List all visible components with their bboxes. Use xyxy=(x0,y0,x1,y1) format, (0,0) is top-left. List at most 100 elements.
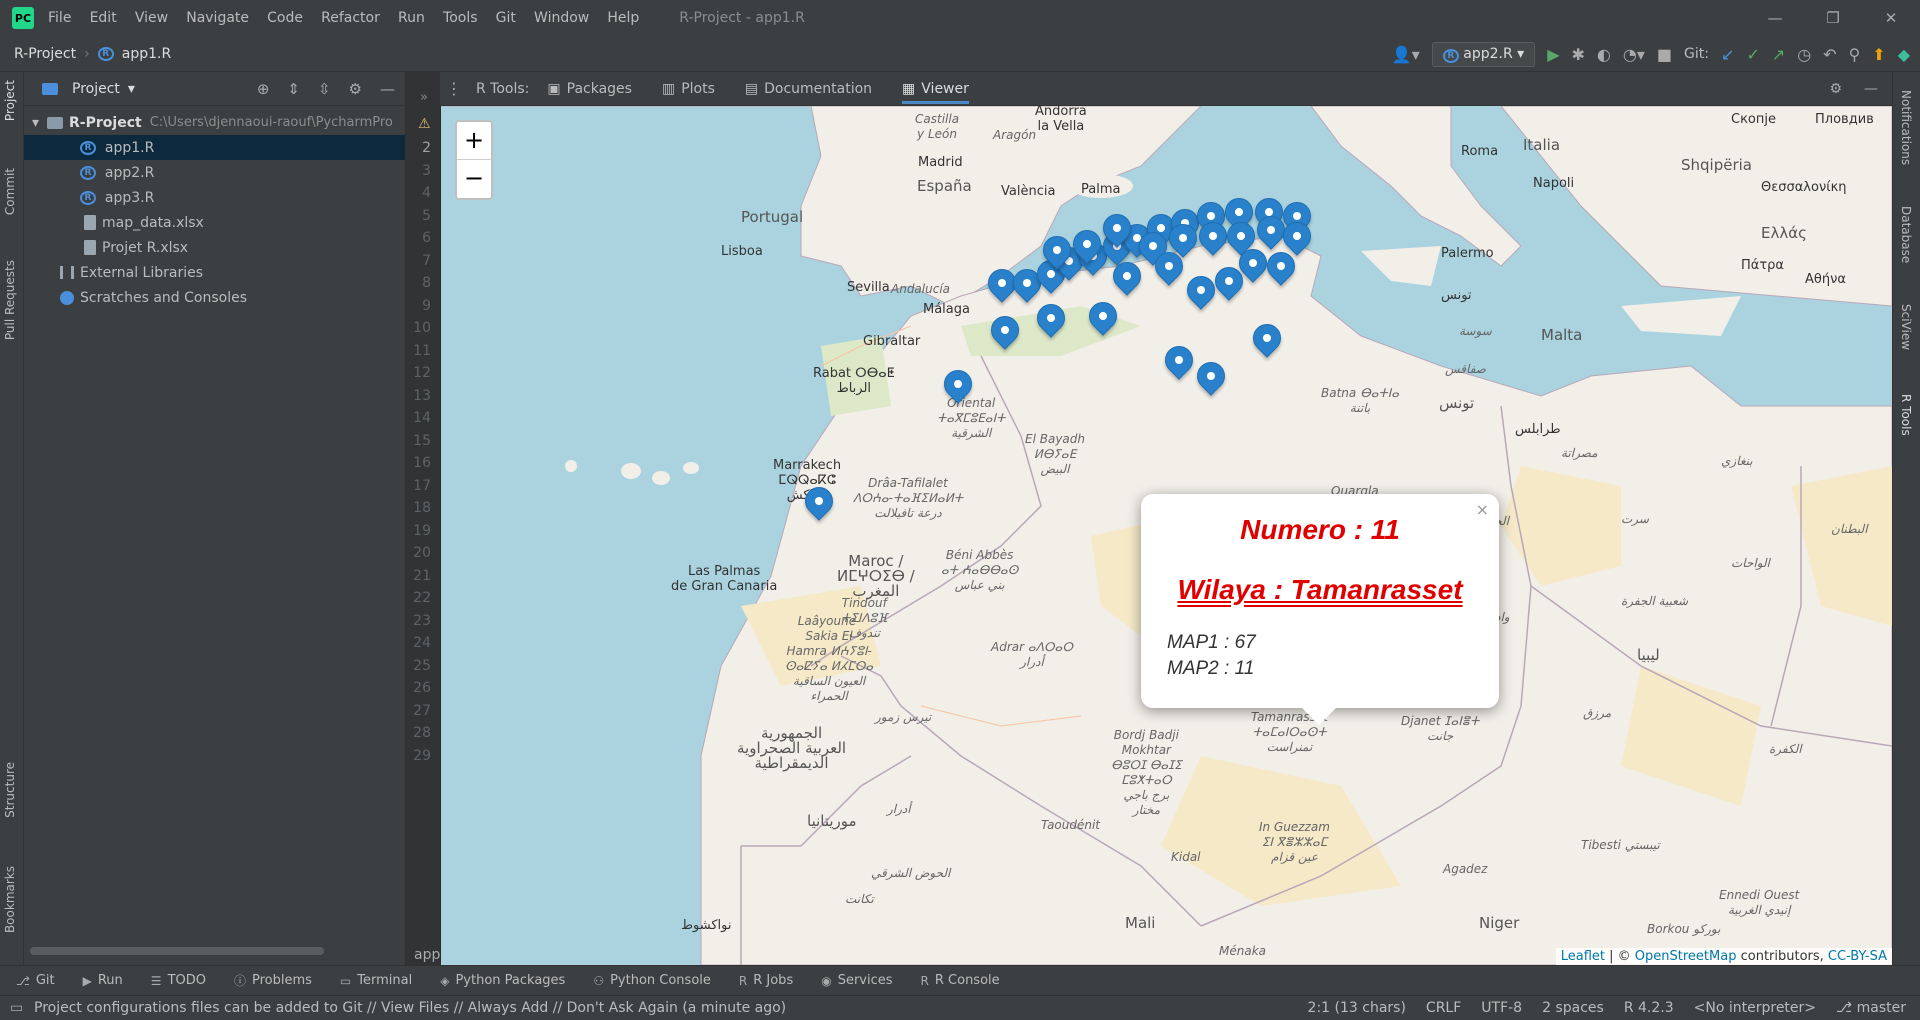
locate-icon[interactable]: ⊕ xyxy=(257,80,270,98)
tree-file-map-data[interactable]: map_data.xlsx xyxy=(24,210,405,235)
leaflet-map[interactable]: + − Andorra la Vella Castilla y León Ara… xyxy=(441,106,1892,965)
tool-tab-python-console[interactable]: ⚇ Python Console xyxy=(593,973,711,988)
line-number: 27 xyxy=(413,702,431,719)
tool-tab-label: Python Console xyxy=(610,973,711,988)
rollback-icon[interactable]: ↶ xyxy=(1823,45,1836,64)
map-label: Palma xyxy=(1081,182,1121,197)
tab-documentation[interactable]: ▤ Documentation xyxy=(745,81,872,97)
git-update-icon[interactable]: ↙ xyxy=(1721,45,1734,64)
menu-tools[interactable]: Tools xyxy=(443,10,478,26)
update-icon[interactable]: ⬆ xyxy=(1872,45,1885,64)
breadcrumb-file[interactable]: app1.R xyxy=(122,46,171,62)
tool-tab-services[interactable]: ◉ Services xyxy=(821,973,892,988)
close-icon[interactable]: ✕ xyxy=(1862,0,1920,36)
r-version[interactable]: R 4.2.3 xyxy=(1624,1000,1674,1016)
chevron-down-icon[interactable]: ▾ xyxy=(128,81,135,97)
tree-file-app2[interactable]: R app2.R xyxy=(24,160,405,185)
tool-tab-git[interactable]: ⎇ Git xyxy=(16,973,55,988)
restore-icon[interactable]: ❐ xyxy=(1804,0,1862,36)
debug-icon[interactable]: ✱ xyxy=(1572,45,1585,64)
tool-tab-r-console[interactable]: R R Console xyxy=(921,973,1000,988)
database-tool-tab[interactable]: Database xyxy=(1899,206,1913,263)
menu-refactor[interactable]: Refactor xyxy=(321,10,380,26)
git-branch[interactable]: ⎇ master xyxy=(1836,1000,1906,1016)
git-history-icon[interactable]: ◷ xyxy=(1797,45,1811,64)
map-label: Ελλάς xyxy=(1761,224,1807,242)
toolbox-icon[interactable]: ◆ xyxy=(1898,45,1910,64)
rtools-tool-tab[interactable]: R Tools xyxy=(1899,394,1913,436)
tab-viewer[interactable]: ▦ Viewer xyxy=(902,81,969,104)
stop-icon[interactable]: ■ xyxy=(1657,45,1672,64)
coverage-icon[interactable]: ◐ xyxy=(1597,45,1611,64)
project-tool-tab[interactable]: Project xyxy=(3,80,17,121)
tool-tab-r-jobs[interactable]: R R Jobs xyxy=(739,973,793,988)
tool-tab-run[interactable]: ▶ Run xyxy=(83,973,123,988)
tree-external-libraries[interactable]: External Libraries xyxy=(24,260,405,285)
bookmarks-tool-tab[interactable]: Bookmarks xyxy=(3,866,17,933)
zoom-in-button[interactable]: + xyxy=(457,122,491,160)
osm-link[interactable]: OpenStreetMap xyxy=(1635,949,1737,964)
hide-icon[interactable]: — xyxy=(1864,81,1878,97)
user-icon[interactable]: 👤▾ xyxy=(1392,45,1420,64)
tab-plots[interactable]: ▥ Plots xyxy=(662,81,715,97)
file-encoding[interactable]: UTF-8 xyxy=(1481,1000,1522,1016)
menu-run[interactable]: Run xyxy=(398,10,425,26)
project-view-select[interactable]: Project xyxy=(72,81,120,97)
tab-packages[interactable]: ▣ Packages xyxy=(547,81,632,97)
tool-tab-terminal[interactable]: ▭ Terminal xyxy=(340,973,412,988)
menu-view[interactable]: View xyxy=(135,10,168,26)
run-icon[interactable]: ▶ xyxy=(1547,45,1559,64)
warning-icon[interactable]: ⚠ xyxy=(418,116,431,132)
interpreter-selector[interactable]: <No interpreter> xyxy=(1694,1000,1816,1016)
menu-code[interactable]: Code xyxy=(267,10,303,26)
tree-file-app1[interactable]: R app1.R xyxy=(24,135,405,160)
minimize-icon[interactable]: — xyxy=(1746,0,1804,36)
sciview-tool-tab[interactable]: SciView xyxy=(1899,304,1913,350)
license-link[interactable]: CC-BY-SA xyxy=(1828,949,1887,964)
tree-root[interactable]: ▾ R-Project C:\Users\djennaoui-raouf\Pyc… xyxy=(24,110,405,135)
gear-icon[interactable]: ⚙ xyxy=(1829,81,1842,97)
hide-icon[interactable]: — xyxy=(380,80,395,98)
breadcrumb-project[interactable]: R-Project xyxy=(14,46,76,62)
chevron-down-icon[interactable]: ▾ xyxy=(32,115,39,131)
caret-position[interactable]: 2:1 (13 chars) xyxy=(1308,1000,1406,1016)
run-configuration-select[interactable]: R app2.R ▾ xyxy=(1431,41,1536,67)
map-label: Andorra la Vella xyxy=(1035,106,1087,134)
left-tool-stripe: Project Commit Pull Requests Structure B… xyxy=(0,72,24,965)
collapse-all-icon[interactable]: ⇳ xyxy=(318,80,331,98)
menu-git[interactable]: Git xyxy=(496,10,516,26)
tree-scratches[interactable]: Scratches and Consoles xyxy=(24,285,405,310)
search-icon[interactable]: ⚲ xyxy=(1849,45,1861,64)
tool-tab-todo[interactable]: ☰ TODO xyxy=(151,973,206,988)
zoom-out-button[interactable]: − xyxy=(457,160,491,198)
tool-tab-problems[interactable]: ⓘ Problems xyxy=(234,972,312,989)
indent-setting[interactable]: 2 spaces xyxy=(1542,1000,1604,1016)
structure-tool-tab[interactable]: Structure xyxy=(3,762,17,818)
expand-all-icon[interactable]: ⇕ xyxy=(287,80,300,98)
status-panel-icon[interactable]: ▭ xyxy=(10,1000,23,1016)
menu-window[interactable]: Window xyxy=(534,10,589,26)
popup-close-button[interactable]: × xyxy=(1476,500,1489,519)
tree-file-app3[interactable]: R app3.R xyxy=(24,185,405,210)
menu-navigate[interactable]: Navigate xyxy=(186,10,249,26)
map-label: Malta xyxy=(1541,326,1583,344)
chevron-double-right-icon[interactable]: » xyxy=(420,90,428,105)
gear-icon[interactable]: ⚙ xyxy=(349,80,362,98)
horizontal-scrollbar[interactable] xyxy=(30,947,324,955)
leaflet-link[interactable]: Leaflet xyxy=(1561,949,1605,964)
map-label: Shqipëria xyxy=(1681,156,1752,174)
notifications-tool-tab[interactable]: Notifications xyxy=(1899,90,1913,165)
menu-edit[interactable]: Edit xyxy=(90,10,117,26)
more-vertical-icon[interactable]: ⋮ xyxy=(446,79,462,98)
profile-icon[interactable]: ◔▾ xyxy=(1623,45,1645,64)
status-message[interactable]: Project configurations files can be adde… xyxy=(34,1000,786,1016)
commit-tool-tab[interactable]: Commit xyxy=(3,168,17,215)
pull-requests-tool-tab[interactable]: Pull Requests xyxy=(3,260,17,340)
menu-file[interactable]: File xyxy=(48,10,71,26)
tree-file-projet-r[interactable]: Projet R.xlsx xyxy=(24,235,405,260)
menu-help[interactable]: Help xyxy=(607,10,639,26)
line-separator[interactable]: CRLF xyxy=(1426,1000,1461,1016)
git-push-icon[interactable]: ↗ xyxy=(1772,45,1785,64)
git-commit-icon[interactable]: ✓ xyxy=(1746,45,1759,64)
tool-tab-python-packages[interactable]: ◈ Python Packages xyxy=(440,973,565,988)
